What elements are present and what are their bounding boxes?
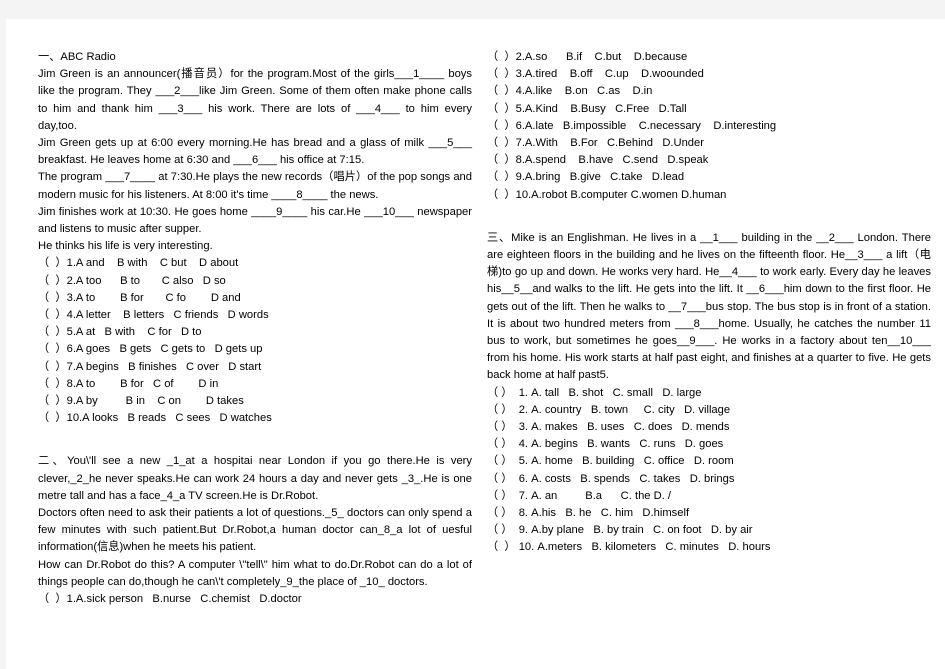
section-one-paragraph-5: He thinks his life is very interesting.	[38, 240, 213, 253]
option-row[interactable]: （ ）2.A too B to C also D so	[38, 273, 472, 290]
option-row[interactable]: （ ）6.A.late B.impossible C.necessary D.i…	[487, 118, 931, 135]
option-row[interactable]: （ ）4.A.like B.on C.as D.in	[487, 83, 931, 100]
section-two-options-list-part1: （ ）1.A.sick person B.nurse C.chemist D.d…	[38, 591, 472, 608]
section-two-options-list-part2: （ ）2.A.so B.if C.but D.because （ ）3.A.ti…	[487, 49, 931, 204]
option-row[interactable]: （ ）9.A by B in C on D takes	[38, 393, 472, 410]
option-row[interactable]: （ ）8.A to B for C of D in	[38, 376, 472, 393]
option-row[interactable]: （ ） 8. A.his B. he C. him D.himself	[487, 505, 931, 522]
section-one-paragraph-2: Jim Green gets up at 6:00 every morning.…	[38, 137, 472, 167]
option-row[interactable]: （ ）7.A begins B finishes C over D start	[38, 359, 472, 376]
worksheet-page: 一、ABC Radio Jim Green is an announcer(播音…	[6, 19, 945, 669]
option-row[interactable]: （ ）2.A.so B.if C.but D.because	[487, 49, 931, 66]
section-two-paragraph-1: 二、You\'ll see a new _1_at a hospitai nea…	[38, 455, 472, 502]
option-row[interactable]: （ ） 10. A.meters B. kilometers C. minute…	[487, 539, 931, 556]
option-row[interactable]: （ ） 2. A. country B. town C. city D. vil…	[487, 402, 931, 419]
option-row[interactable]: （ ）4.A letter B letters C friends D word…	[38, 307, 472, 324]
option-row[interactable]: （ ） 6. A. costs B. spends C. takes D. br…	[487, 471, 931, 488]
section-one-paragraph-3: The program ___7____ at 7:30.He plays th…	[38, 171, 472, 201]
option-row[interactable]: （ ）3.A to B for C fo D and	[38, 290, 472, 307]
option-row[interactable]: （ ） 1. A. tall B. shot C. small D. large	[487, 385, 931, 402]
section-two-paragraph-2: Doctors often need to ask their patients…	[38, 507, 472, 554]
section-one-paragraph-1: Jim Green is an announcer(播音员）for the pr…	[38, 68, 472, 132]
section-two-paragraph-3: How can Dr.Robot do this? A computer \"t…	[38, 558, 472, 588]
option-row[interactable]: （ ）9.A.bring B.give C.take D.lead	[487, 169, 931, 186]
option-row[interactable]: （ ）8.A.spend B.have C.send D.speak	[487, 152, 931, 169]
option-row[interactable]: （ ） 9. A.by plane B. by train C. on foot…	[487, 522, 931, 539]
option-row[interactable]: （ ） 7. A. an B.a C. the D. /	[487, 488, 931, 505]
section-one: 一、ABC Radio Jim Green is an announcer(播音…	[38, 49, 472, 255]
section-three: 三、Mike is an Englishman. He lives in a _…	[487, 230, 931, 385]
option-row[interactable]: （ ）1.A and B with C but D about	[38, 255, 472, 272]
section-one-paragraph-4: Jim finishes work at 10:30. He goes home…	[38, 205, 472, 236]
option-row[interactable]: （ ）10.A.robot B.computer C.women D.human	[487, 187, 931, 204]
right-column: （ ）2.A.so B.if C.but D.because （ ）3.A.ti…	[487, 49, 931, 557]
section-one-options-list: （ ）1.A and B with C but D about （ ）2.A t…	[38, 255, 472, 427]
option-row[interactable]: （ ）6.A goes B gets C gets to D gets up	[38, 341, 472, 358]
option-row[interactable]: （ ）10.A looks B reads C sees D watches	[38, 410, 472, 427]
section-three-options-list: （ ） 1. A. tall B. shot C. small D. large…	[487, 385, 931, 557]
two-column-layout: 一、ABC Radio Jim Green is an announcer(播音…	[6, 19, 945, 669]
section-two: 二、You\'ll see a new _1_at a hospitai nea…	[38, 453, 472, 591]
option-row[interactable]: （ ）5.A.Kind B.Busy C.Free D.Tall	[487, 101, 931, 118]
option-row[interactable]: （ ） 4. A. begins B. wants C. runs D. goe…	[487, 436, 931, 453]
left-column: 一、ABC Radio Jim Green is an announcer(播音…	[38, 49, 472, 608]
option-row[interactable]: （ ）7.A.With B.For C.Behind D.Under	[487, 135, 931, 152]
section-one-heading: 一、ABC Radio	[38, 51, 116, 63]
section-three-paragraph-1: 三、Mike is an Englishman. He lives in a _…	[487, 231, 931, 382]
option-row[interactable]: （ ） 3. A. makes B. uses C. does D. mends	[487, 419, 931, 436]
option-row[interactable]: （ ）5.A at B with C for D to	[38, 324, 472, 341]
option-row[interactable]: （ ）3.A.tired B.off C.up D.woounded	[487, 66, 931, 83]
option-row[interactable]: （ ） 5. A. home B. building C. office D. …	[487, 453, 931, 470]
option-row[interactable]: （ ）1.A.sick person B.nurse C.chemist D.d…	[38, 591, 472, 608]
